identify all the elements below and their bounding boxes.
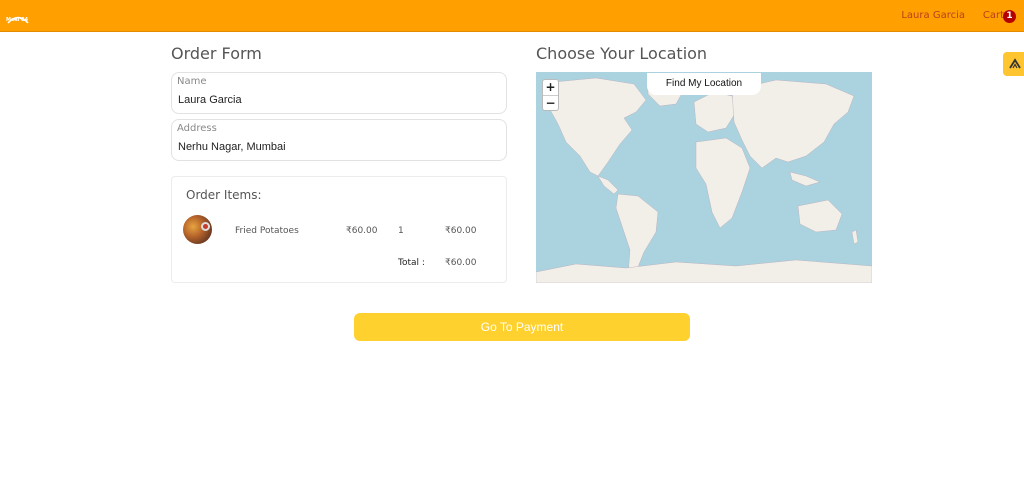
- logo[interactable]: Meal 24: [6, 9, 30, 24]
- zoom-out-button[interactable]: −: [543, 96, 558, 111]
- address-label: Address: [177, 123, 217, 134]
- item-price: ₹60.00: [346, 226, 378, 236]
- nav-cart-link[interactable]: Cart: [983, 10, 1004, 21]
- zoom-in-button[interactable]: +: [543, 80, 558, 96]
- map-zoom-control: + −: [542, 79, 559, 111]
- name-input[interactable]: Laura Garcia: [178, 94, 498, 106]
- item-quantity: 1: [398, 226, 404, 236]
- address-input[interactable]: Nerhu Nagar, Mumbai: [178, 141, 498, 153]
- item-name: Fried Potatoes: [235, 226, 299, 236]
- order-form-title: Order Form: [171, 44, 262, 63]
- top-navbar: Meal 24 Laura Garcia Cart 1: [0, 0, 1024, 32]
- item-thumbnail: [183, 215, 212, 244]
- nav-user-link[interactable]: Laura Garcia: [901, 10, 965, 21]
- total-label: Total :: [398, 258, 425, 268]
- side-widget-button[interactable]: [1003, 52, 1024, 76]
- find-my-location-button[interactable]: Find My Location: [647, 73, 761, 95]
- logo-text: Meal 24: [6, 17, 29, 23]
- location-title: Choose Your Location: [536, 44, 708, 63]
- total-value: ₹60.00: [445, 258, 477, 268]
- name-label: Name: [177, 76, 207, 87]
- cart-count-badge: 1: [1003, 10, 1016, 23]
- arrow-up-icon: [1009, 58, 1021, 69]
- map-tiles: [536, 75, 872, 283]
- order-items-card: Order Items: Fried Potatoes ₹60.00 1 ₹60…: [171, 176, 507, 283]
- order-items-title: Order Items:: [186, 188, 262, 202]
- name-field[interactable]: Name Laura Garcia: [171, 72, 507, 114]
- item-subtotal: ₹60.00: [445, 226, 477, 236]
- address-field[interactable]: Address Nerhu Nagar, Mumbai: [171, 119, 507, 161]
- world-map[interactable]: [536, 72, 872, 283]
- go-to-payment-button[interactable]: Go To Payment: [354, 313, 690, 341]
